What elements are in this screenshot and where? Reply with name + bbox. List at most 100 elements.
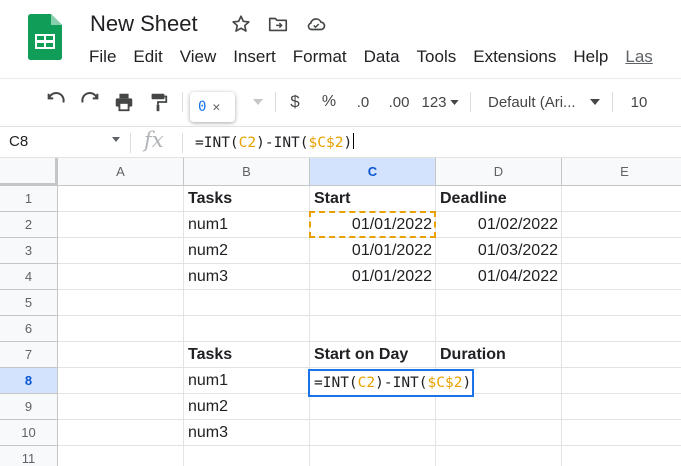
column-header-c[interactable]: C	[310, 158, 436, 186]
paint-format-icon[interactable]	[144, 85, 172, 119]
close-icon[interactable]: ✕	[212, 100, 220, 115]
toolbar: $ % .0 .00 123 Default (Ari... 10	[0, 85, 681, 119]
column-header-e[interactable]: E	[562, 158, 681, 186]
row-header-11[interactable]: 11	[0, 446, 58, 466]
column-header-d[interactable]: D	[436, 158, 562, 186]
cell-b4[interactable]: num3	[184, 264, 310, 290]
formula-bar-divider	[130, 133, 131, 153]
formula-hint-tooltip: 0 ✕	[190, 92, 235, 122]
document-title[interactable]: New Sheet	[90, 11, 198, 37]
cell-b8[interactable]: num1	[184, 368, 310, 394]
row-header-7[interactable]: 7	[0, 342, 58, 368]
name-box[interactable]: C8	[9, 133, 28, 150]
menu-format[interactable]: Format	[293, 47, 347, 69]
menu-help[interactable]: Help	[573, 47, 608, 69]
select-all-corner[interactable]	[0, 158, 58, 186]
row-header-6[interactable]: 6	[0, 316, 58, 342]
row-header-9[interactable]: 9	[0, 394, 58, 420]
more-formats-caret-icon	[449, 99, 459, 105]
formula-text: )-INT(	[375, 375, 428, 391]
increase-decimal-label: .00	[388, 93, 410, 111]
cloud-saved-icon[interactable]	[305, 13, 327, 35]
column-header-a[interactable]: A	[58, 158, 184, 186]
formula-input[interactable]: =INT(C2)-INT($C$2)	[195, 133, 355, 151]
formula-text: =INT(	[195, 135, 239, 151]
toolbar-divider	[470, 92, 471, 112]
menu-insert[interactable]: Insert	[233, 47, 276, 69]
text-cursor	[353, 133, 355, 149]
cell-c7[interactable]: Start on Day	[310, 342, 436, 368]
formula-text: )-INT(	[256, 135, 309, 151]
cell-d1[interactable]: Deadline	[436, 186, 562, 212]
font-family-value: Default (Ari...	[488, 93, 576, 111]
font-family-select[interactable]: Default (Ari...	[484, 85, 604, 119]
cell-b1[interactable]: Tasks	[184, 186, 310, 212]
header-divider	[0, 78, 681, 79]
more-formats-label: 123	[421, 93, 447, 111]
menu-view[interactable]: View	[180, 47, 217, 69]
menu-extensions[interactable]: Extensions	[473, 47, 556, 69]
zoom-dropdown-caret-icon[interactable]	[248, 85, 268, 119]
row-header-4[interactable]: 4	[0, 264, 58, 290]
cell-d3[interactable]: 01/03/2022	[436, 238, 562, 264]
font-dropdown-caret-icon	[590, 99, 600, 105]
cell-b3[interactable]: num2	[184, 238, 310, 264]
font-size-field[interactable]: 10	[624, 85, 654, 119]
referenced-cell-highlight	[309, 211, 436, 238]
currency-format-button[interactable]: $	[284, 85, 306, 119]
formula-reference: $C$2	[427, 375, 463, 391]
cell-d2[interactable]: 01/02/2022	[436, 212, 562, 238]
fx-icon: fx	[144, 128, 164, 152]
formula-text: =INT(	[314, 375, 358, 391]
formula-reference: C2	[357, 375, 376, 391]
cell-b9[interactable]: num2	[184, 394, 310, 420]
gridline	[58, 315, 681, 316]
formula-reference: C2	[238, 135, 257, 151]
increase-decimal-button[interactable]: .00	[384, 85, 414, 119]
last-edit-link[interactable]: Las	[625, 47, 652, 69]
formula-hint-value: 0	[198, 99, 207, 115]
menu-bar: File Edit View Insert Format Data Tools …	[89, 47, 670, 69]
menu-data[interactable]: Data	[364, 47, 400, 69]
percent-format-button[interactable]: %	[318, 85, 340, 119]
column-header-b[interactable]: B	[184, 158, 310, 186]
row-header-1[interactable]: 1	[0, 186, 58, 212]
toolbar-divider	[275, 92, 276, 112]
active-cell-editor[interactable]: =INT(C2)-INT($C$2)	[308, 369, 474, 397]
menu-tools[interactable]: Tools	[417, 47, 457, 69]
undo-icon[interactable]	[42, 85, 70, 119]
row-header-3[interactable]: 3	[0, 238, 58, 264]
row-header-2[interactable]: 2	[0, 212, 58, 238]
cell-c1[interactable]: Start	[310, 186, 436, 212]
row-header-5[interactable]: 5	[0, 290, 58, 316]
decrease-decimal-label: .0	[356, 93, 370, 111]
decrease-decimal-button[interactable]: .0	[350, 85, 376, 119]
cell-c3[interactable]: 01/01/2022	[310, 238, 436, 264]
cell-b10[interactable]: num3	[184, 420, 310, 446]
redo-icon[interactable]	[76, 85, 104, 119]
row-header-8[interactable]: 8	[0, 368, 58, 394]
star-icon[interactable]	[230, 13, 252, 35]
sheets-logo-icon[interactable]	[28, 14, 62, 60]
cell-d4[interactable]: 01/04/2022	[436, 264, 562, 290]
formula-text: )	[343, 135, 353, 151]
row-header-10[interactable]: 10	[0, 420, 58, 446]
menu-edit[interactable]: Edit	[133, 47, 162, 69]
gridline	[58, 445, 681, 446]
toolbar-divider	[182, 92, 183, 112]
toolbar-divider	[612, 92, 613, 112]
menu-file[interactable]: File	[89, 47, 116, 69]
cell-d7[interactable]: Duration	[436, 342, 562, 368]
cell-c4[interactable]: 01/01/2022	[310, 264, 436, 290]
cell-b7[interactable]: Tasks	[184, 342, 310, 368]
formula-text: )	[462, 375, 472, 391]
formula-bar: C8 fx =INT(C2)-INT($C$2)	[0, 126, 681, 158]
formula-bar-divider	[182, 133, 183, 153]
print-icon[interactable]	[110, 85, 138, 119]
spreadsheet-grid: A B C D E 1 2 3 4 5 6 7 8 9 10 11 Tasks …	[0, 158, 681, 466]
more-formats-button[interactable]: 123	[420, 85, 460, 119]
move-folder-icon[interactable]	[267, 13, 289, 35]
name-box-caret-icon[interactable]	[112, 137, 120, 142]
gridline	[58, 419, 681, 420]
cell-b2[interactable]: num1	[184, 212, 310, 238]
